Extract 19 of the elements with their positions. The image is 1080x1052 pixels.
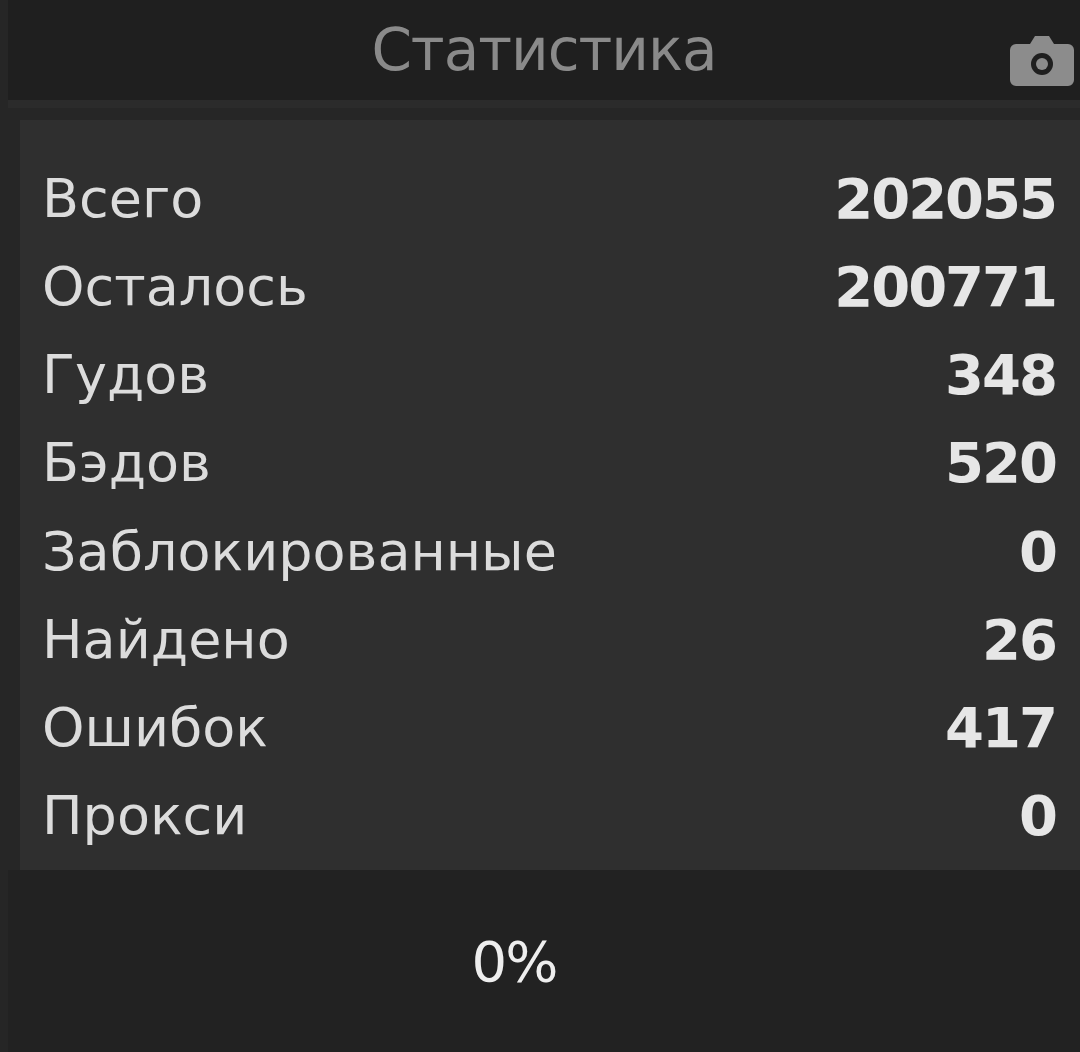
stat-value: 0 <box>1019 783 1056 849</box>
stat-label: Гудов <box>42 343 210 407</box>
stat-value: 26 <box>982 606 1056 672</box>
stat-label: Ошибок <box>42 696 268 760</box>
progress-percent: 0% <box>471 928 557 994</box>
stat-label: Прокси <box>42 784 248 848</box>
stat-value: 348 <box>945 342 1056 408</box>
stat-value: 0 <box>1019 518 1056 584</box>
stat-label: Бэдов <box>42 431 211 495</box>
stat-value: 200771 <box>834 253 1056 319</box>
stat-label: Заблокированные <box>42 519 557 583</box>
stat-value: 202055 <box>834 165 1056 231</box>
stat-value: 417 <box>945 695 1056 761</box>
stat-label: Найдено <box>42 607 290 671</box>
stat-label: Осталось <box>42 254 308 318</box>
camera-icon[interactable] <box>1010 34 1074 86</box>
stat-value: 520 <box>945 430 1056 496</box>
stat-label: Всего <box>42 166 204 230</box>
panel-title: Статистика <box>371 16 717 84</box>
